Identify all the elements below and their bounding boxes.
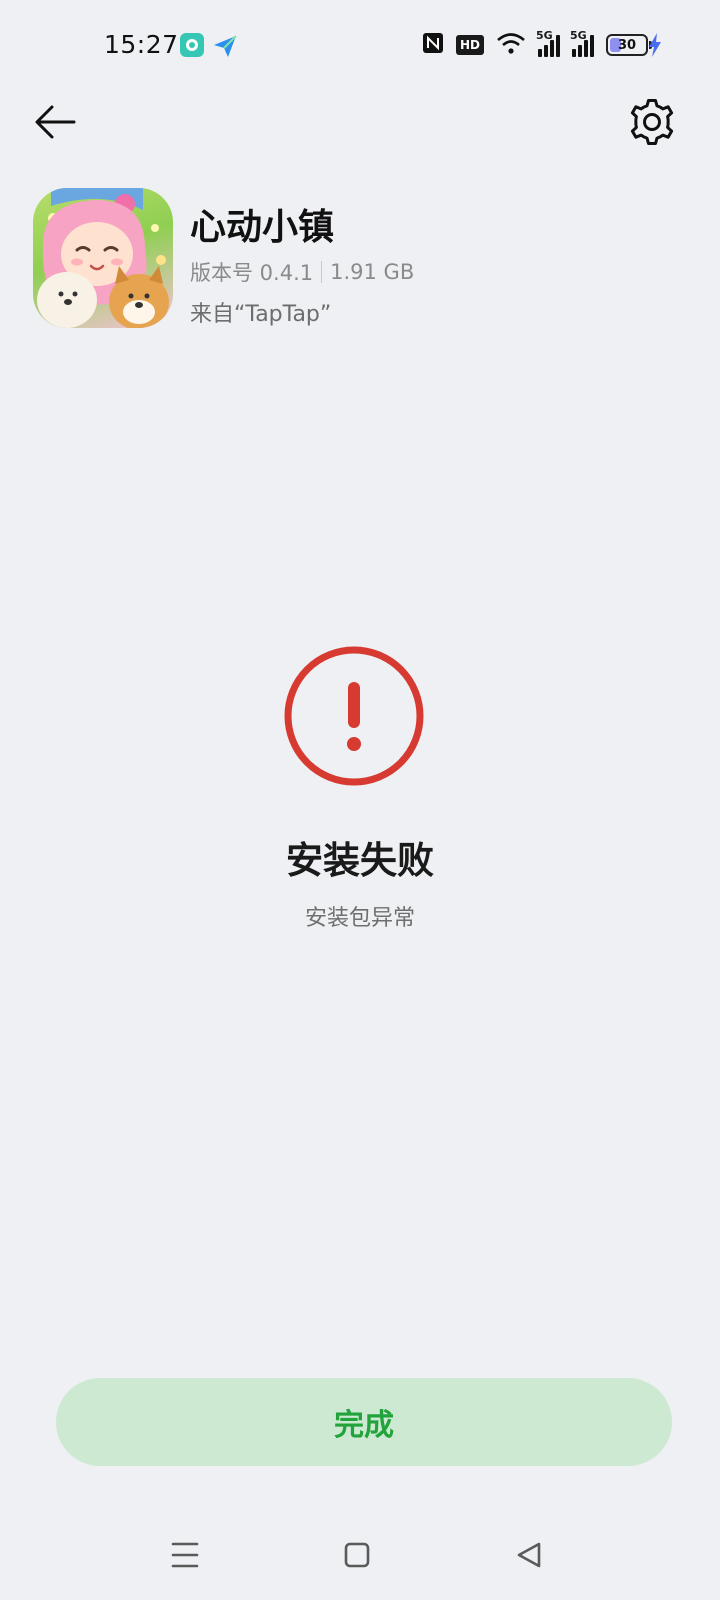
app-source: 来自“TapTap”	[190, 302, 332, 327]
wifi-icon	[496, 31, 526, 59]
nfc-icon	[422, 32, 444, 58]
back-icon[interactable]	[504, 1530, 554, 1580]
signal-5g-icon: 5G	[570, 29, 594, 57]
app-size: 1.91 GB	[330, 260, 415, 284]
notification-send-icon	[212, 33, 237, 57]
signal-5g-icon: 5G	[536, 29, 560, 57]
status-time: 15:27	[104, 30, 179, 59]
app-version: 版本号 0.4.1	[190, 261, 314, 285]
app-icon	[33, 188, 173, 328]
error-icon	[282, 644, 426, 788]
settings-button[interactable]	[624, 94, 680, 150]
menu-icon[interactable]	[160, 1530, 210, 1580]
result-title: 安装失败	[286, 839, 434, 882]
home-icon[interactable]	[332, 1530, 382, 1580]
done-button[interactable]: 完成	[56, 1378, 672, 1466]
notification-app-icon	[180, 33, 204, 57]
battery-icon: 30	[606, 34, 652, 56]
result-subtitle: 安装包异常	[304, 906, 415, 931]
app-meta: 版本号 0.4.1 1.91 GB	[190, 257, 414, 287]
meta-divider	[321, 261, 323, 283]
hd-icon: HD	[455, 35, 484, 55]
gear-icon	[630, 99, 674, 145]
status-bar: 15:27 HD 5G 5G 30	[0, 0, 720, 92]
app-name: 心动小镇	[190, 207, 335, 248]
charging-icon	[648, 33, 662, 61]
back-button[interactable]	[26, 94, 82, 150]
back-arrow-icon	[35, 105, 76, 139]
status-icons: HD 5G 5G 30	[422, 29, 652, 59]
